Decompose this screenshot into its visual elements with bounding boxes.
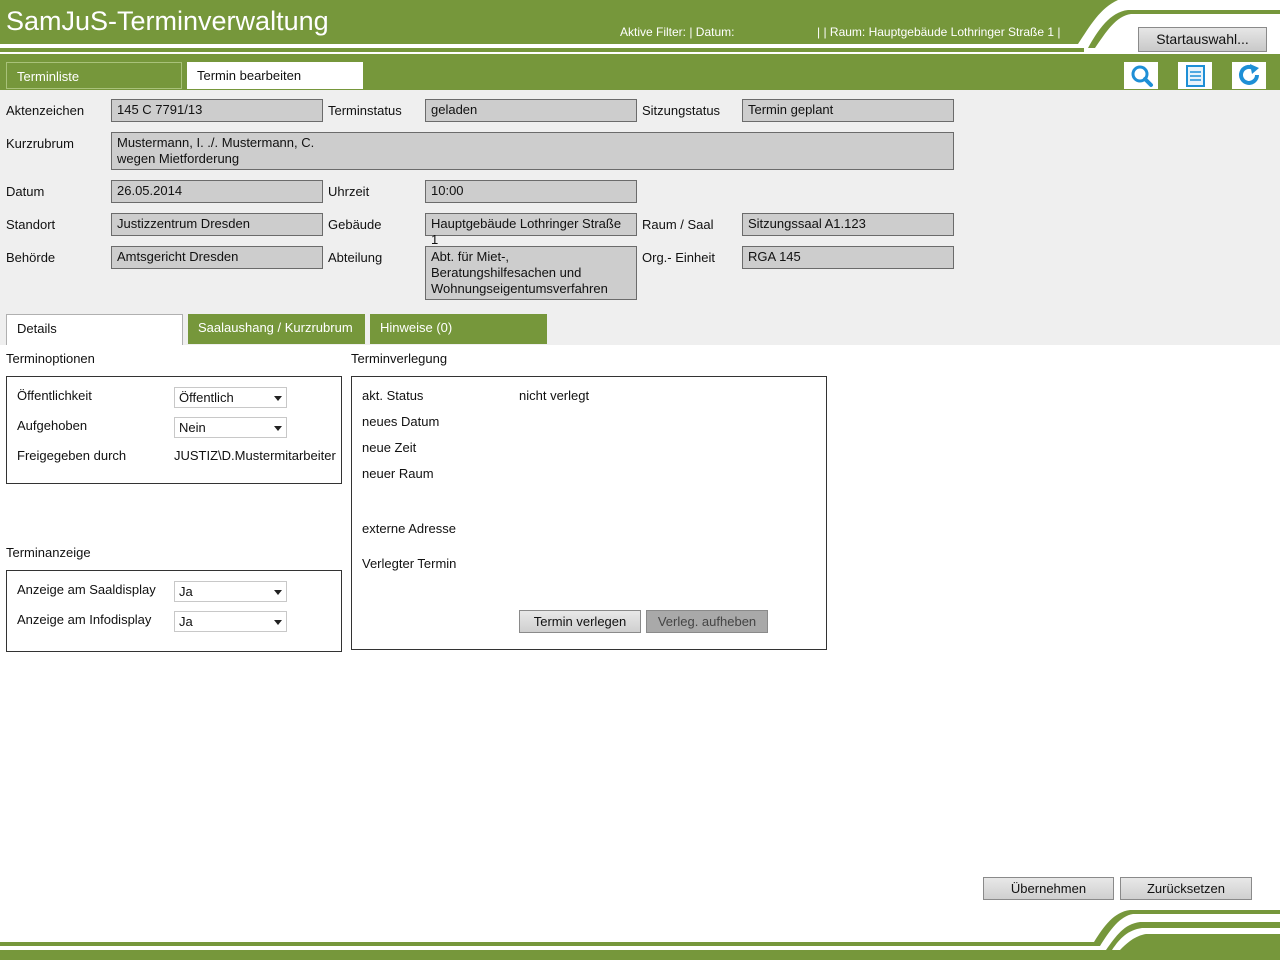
- verlegung-aufheben-button[interactable]: Verleg. aufheben: [646, 610, 768, 633]
- search-button[interactable]: [1124, 62, 1158, 89]
- oeffentlichkeit-label: Öffentlichkeit: [17, 388, 92, 403]
- chevron-down-icon: [274, 620, 282, 625]
- behoerde-label: Behörde: [6, 250, 56, 265]
- neue-zeit-label: neue Zeit: [362, 440, 417, 455]
- document-button[interactable]: [1178, 62, 1212, 89]
- raum-label: Raum / Saal: [642, 217, 714, 232]
- infodisplay-value: Ja: [179, 614, 193, 629]
- abteilung-label: Abteilung: [328, 250, 383, 265]
- terminstatus-field: geladen: [425, 99, 637, 122]
- zuruecksetzen-button[interactable]: Zurücksetzen: [1120, 877, 1252, 900]
- document-icon: [1186, 65, 1205, 87]
- aktenzeichen-label: Aktenzeichen: [6, 103, 85, 118]
- saaldisplay-value: Ja: [179, 584, 193, 599]
- uebernehmen-button[interactable]: Übernehmen: [983, 877, 1114, 900]
- terminverlegung-title: Terminverlegung: [351, 351, 448, 366]
- datum-label: Datum: [6, 184, 45, 199]
- chevron-down-icon: [274, 590, 282, 595]
- tab-details[interactable]: Details: [6, 314, 183, 345]
- refresh-button[interactable]: [1232, 62, 1266, 89]
- gebaeude-field: Hauptgebäude Lothringer Straße 1: [425, 213, 637, 247]
- oeffentlichkeit-value: Öffentlich: [179, 390, 234, 405]
- start-selection-button[interactable]: Startauswahl...: [1138, 27, 1267, 52]
- akt-status-label: akt. Status: [362, 388, 424, 403]
- terminoptionen-title: Terminoptionen: [6, 351, 95, 366]
- neues-datum-label: neues Datum: [362, 414, 440, 429]
- terminanzeige-title: Terminanzeige: [6, 545, 91, 560]
- termin-verlegen-button[interactable]: Termin verlegen: [519, 610, 641, 633]
- verlegter-termin-label: Verlegter Termin: [362, 556, 457, 571]
- tab-terminliste[interactable]: Terminliste: [6, 62, 182, 89]
- externe-adresse-label: externe Adresse: [362, 521, 456, 536]
- footer-decoration: [0, 910, 1280, 960]
- oeffentlichkeit-select[interactable]: Öffentlich: [174, 387, 287, 408]
- abteilung-field: Abt. für Miet-, Beratungshilfesachen und…: [425, 246, 637, 300]
- sitzungstatus-field: Termin geplant: [742, 99, 954, 122]
- uhrzeit-label: Uhrzeit: [328, 184, 370, 199]
- datum-field: 26.05.2014: [111, 180, 323, 203]
- chevron-down-icon: [274, 396, 282, 401]
- aktenzeichen-field: 145 C 7791/13: [111, 99, 323, 122]
- standort-field: Justizzentrum Dresden: [111, 213, 323, 236]
- akt-status-value: nicht verlegt: [519, 388, 590, 403]
- aufgehoben-label: Aufgehoben: [17, 418, 88, 433]
- active-filter-room: | | Raum: Hauptgebäude Lothringer Straße…: [817, 25, 1061, 39]
- kurzrubrum-field: Mustermann, I. ./. Mustermann, C. wegen …: [111, 132, 954, 170]
- neuer-raum-label: neuer Raum: [362, 466, 434, 481]
- saaldisplay-label: Anzeige am Saaldisplay: [17, 582, 156, 597]
- tab-termin-bearbeiten[interactable]: Termin bearbeiten: [187, 62, 363, 89]
- infodisplay-select[interactable]: Ja: [174, 611, 287, 632]
- app-title: SamJuS-Terminverwaltung: [6, 6, 329, 36]
- raum-field: Sitzungssaal A1.123: [742, 213, 954, 236]
- saaldisplay-select[interactable]: Ja: [174, 581, 287, 602]
- tab-hinweise[interactable]: Hinweise (0): [370, 314, 547, 344]
- app-header: SamJuS-Terminverwaltung Aktive Filter: |…: [0, 0, 1280, 62]
- infodisplay-label: Anzeige am Infodisplay: [17, 612, 152, 627]
- active-filter-text: Aktive Filter: | Datum:: [620, 25, 735, 39]
- freigegeben-value: JUSTIZ\D.Mustermitarbeiter: [174, 448, 336, 463]
- search-icon: [1131, 65, 1153, 87]
- org-einheit-field: RGA 145: [742, 246, 954, 269]
- aufgehoben-value: Nein: [179, 420, 206, 435]
- tab-saalaushang[interactable]: Saalaushang / Kurzrubrum: [188, 314, 365, 344]
- aufgehoben-select[interactable]: Nein: [174, 417, 287, 438]
- org-einheit-label: Org.- Einheit: [642, 250, 715, 265]
- standort-label: Standort: [6, 217, 56, 232]
- behoerde-field: Amtsgericht Dresden: [111, 246, 323, 269]
- terminstatus-label: Terminstatus: [328, 103, 402, 118]
- kurzrubrum-label: Kurzrubrum: [6, 136, 74, 151]
- sitzungstatus-label: Sitzungstatus: [642, 103, 721, 118]
- chevron-down-icon: [274, 426, 282, 431]
- refresh-icon: [1239, 64, 1259, 85]
- gebaeude-label: Gebäude: [328, 217, 382, 232]
- freigegeben-label: Freigegeben durch: [17, 448, 127, 463]
- uhrzeit-field: 10:00: [425, 180, 637, 203]
